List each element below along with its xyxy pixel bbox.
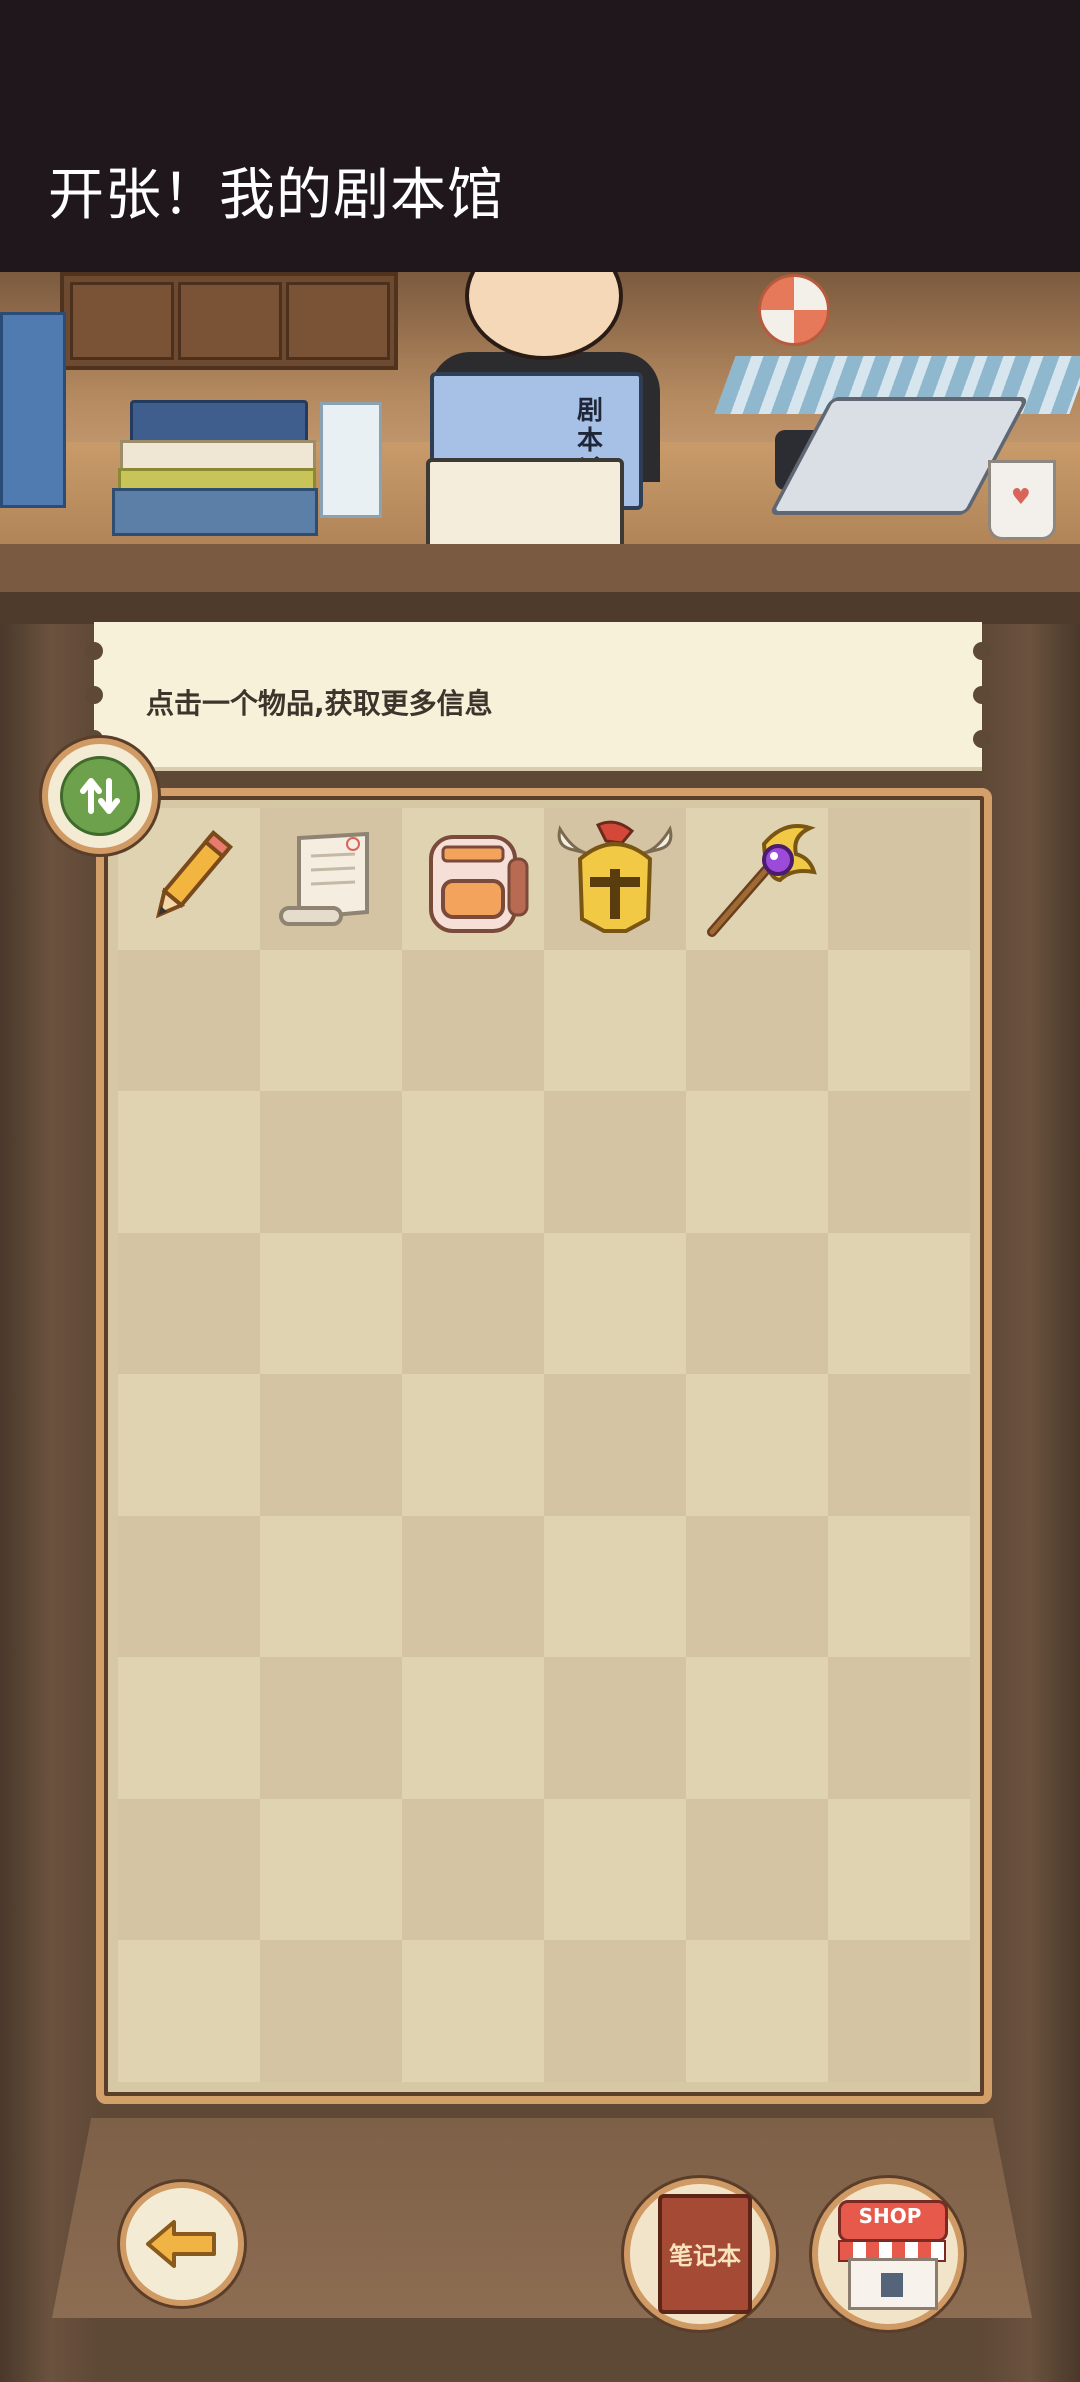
inventory-slot[interactable] — [402, 1374, 544, 1516]
shop-building — [848, 2258, 938, 2310]
inventory-slot[interactable] — [118, 1657, 260, 1799]
inventory-slot[interactable] — [544, 949, 686, 1092]
inventory-slot[interactable] — [118, 949, 260, 1092]
inventory-slot[interactable] — [260, 949, 402, 1092]
scroll-icon[interactable] — [260, 808, 402, 950]
inventory-slot[interactable] — [686, 1232, 828, 1375]
heart-icon: ♥ — [1011, 485, 1031, 510]
inventory-slot[interactable] — [544, 1091, 686, 1233]
inventory-slot[interactable] — [828, 1232, 970, 1375]
inventory-slot[interactable] — [260, 1657, 402, 1799]
magic-staff-icon[interactable] — [686, 808, 828, 950]
back-arrow-icon — [146, 2220, 216, 2268]
banner-notch — [85, 686, 103, 704]
inventory-slot[interactable] — [118, 1374, 260, 1516]
inventory-slot[interactable] — [544, 1515, 686, 1658]
inventory-slot[interactable] — [402, 1515, 544, 1658]
inventory-slot[interactable] — [544, 1798, 686, 1941]
inventory-slot[interactable] — [544, 1232, 686, 1375]
book — [112, 488, 318, 536]
shop-window — [881, 2273, 903, 2297]
inventory-slot[interactable] — [686, 808, 828, 950]
inventory-slot[interactable] — [260, 1940, 402, 2082]
inventory-slot[interactable] — [402, 1798, 544, 1941]
inventory-slot[interactable] — [118, 1798, 260, 1941]
mug: ♥ — [988, 460, 1056, 540]
inventory-slot[interactable] — [686, 949, 828, 1092]
inventory-slot[interactable] — [118, 1091, 260, 1233]
notebook-icon: 笔记本 — [658, 2194, 752, 2314]
info-banner: 点击一个物品,获取更多信息 — [85, 622, 991, 771]
sort-arrows-icon — [60, 756, 140, 836]
open-book — [426, 458, 624, 554]
book-stack — [0, 312, 66, 508]
inventory-slot[interactable] — [402, 1232, 544, 1375]
inventory-slot[interactable] — [260, 1374, 402, 1516]
study-room-scene: 剧本杀 ♥ — [0, 272, 1080, 592]
inventory-slot[interactable] — [686, 1091, 828, 1233]
shop-label: SHOP — [858, 2204, 922, 2228]
inventory-slot[interactable] — [260, 1798, 402, 1941]
inventory-slot[interactable] — [828, 1515, 970, 1658]
inventory-slot[interactable] — [686, 1940, 828, 2082]
window-title: 开张！我的剧本馆 — [48, 163, 504, 228]
cabinet-door — [178, 282, 282, 360]
shop-icon: SHOP — [838, 2200, 948, 2310]
inventory-slot[interactable] — [118, 1232, 260, 1375]
beach-ball — [758, 274, 830, 346]
shop-button[interactable]: SHOP — [812, 2178, 964, 2330]
inventory-slot[interactable] — [828, 1374, 970, 1516]
banner-notch — [973, 730, 991, 748]
title-bar: 开张！我的剧本馆 — [0, 0, 1080, 272]
inventory-grid — [118, 808, 970, 2082]
inventory-slot[interactable] — [260, 808, 402, 950]
inventory-slot[interactable] — [402, 1940, 544, 2082]
inventory-slot[interactable] — [402, 1657, 544, 1799]
sort-button[interactable] — [42, 738, 158, 854]
inventory-slot[interactable] — [686, 1515, 828, 1658]
inventory-slot[interactable] — [260, 1091, 402, 1233]
banner-notch — [973, 642, 991, 660]
desk-edge — [0, 544, 1080, 592]
inventory-slot[interactable] — [118, 1515, 260, 1658]
inventory-slot[interactable] — [828, 949, 970, 1092]
inventory-slot[interactable] — [544, 1940, 686, 2082]
inventory-slot[interactable] — [686, 1798, 828, 1941]
inventory-slot[interactable] — [544, 1657, 686, 1799]
backpack-icon[interactable] — [402, 808, 544, 950]
banner-notch — [973, 686, 991, 704]
inventory-slot[interactable] — [828, 808, 970, 950]
inventory-slot[interactable] — [828, 1940, 970, 2082]
inventory-slot[interactable] — [402, 808, 544, 950]
inventory-slot[interactable] — [260, 1232, 402, 1375]
shelf-top — [0, 592, 1080, 624]
banner-notch — [85, 642, 103, 660]
golden-helmet-icon[interactable] — [544, 808, 686, 950]
inventory-slot[interactable] — [544, 808, 686, 950]
inventory-slot[interactable] — [402, 1091, 544, 1233]
inventory-slot[interactable] — [118, 1940, 260, 2082]
info-hint-text: 点击一个物品,获取更多信息 — [146, 687, 493, 720]
cabinet-door — [286, 282, 390, 360]
inventory-slot[interactable] — [828, 1798, 970, 1941]
inventory-slot[interactable] — [686, 1374, 828, 1516]
wall-cabinet — [60, 272, 398, 370]
inventory-slot[interactable] — [828, 1657, 970, 1799]
pen-holder — [320, 402, 382, 518]
notebook-label: 笔记本 — [669, 2242, 741, 2270]
back-button[interactable] — [120, 2182, 244, 2306]
inventory-slot[interactable] — [828, 1091, 970, 1233]
inventory-slot[interactable] — [402, 949, 544, 1092]
notebook-button[interactable]: 笔记本 — [624, 2178, 776, 2330]
inventory-slot[interactable] — [260, 1515, 402, 1658]
player-character-head — [465, 272, 623, 360]
inventory-panel — [96, 788, 992, 2104]
inventory-slot[interactable] — [544, 1374, 686, 1516]
inventory-slot[interactable] — [686, 1657, 828, 1799]
cabinet-door — [70, 282, 174, 360]
